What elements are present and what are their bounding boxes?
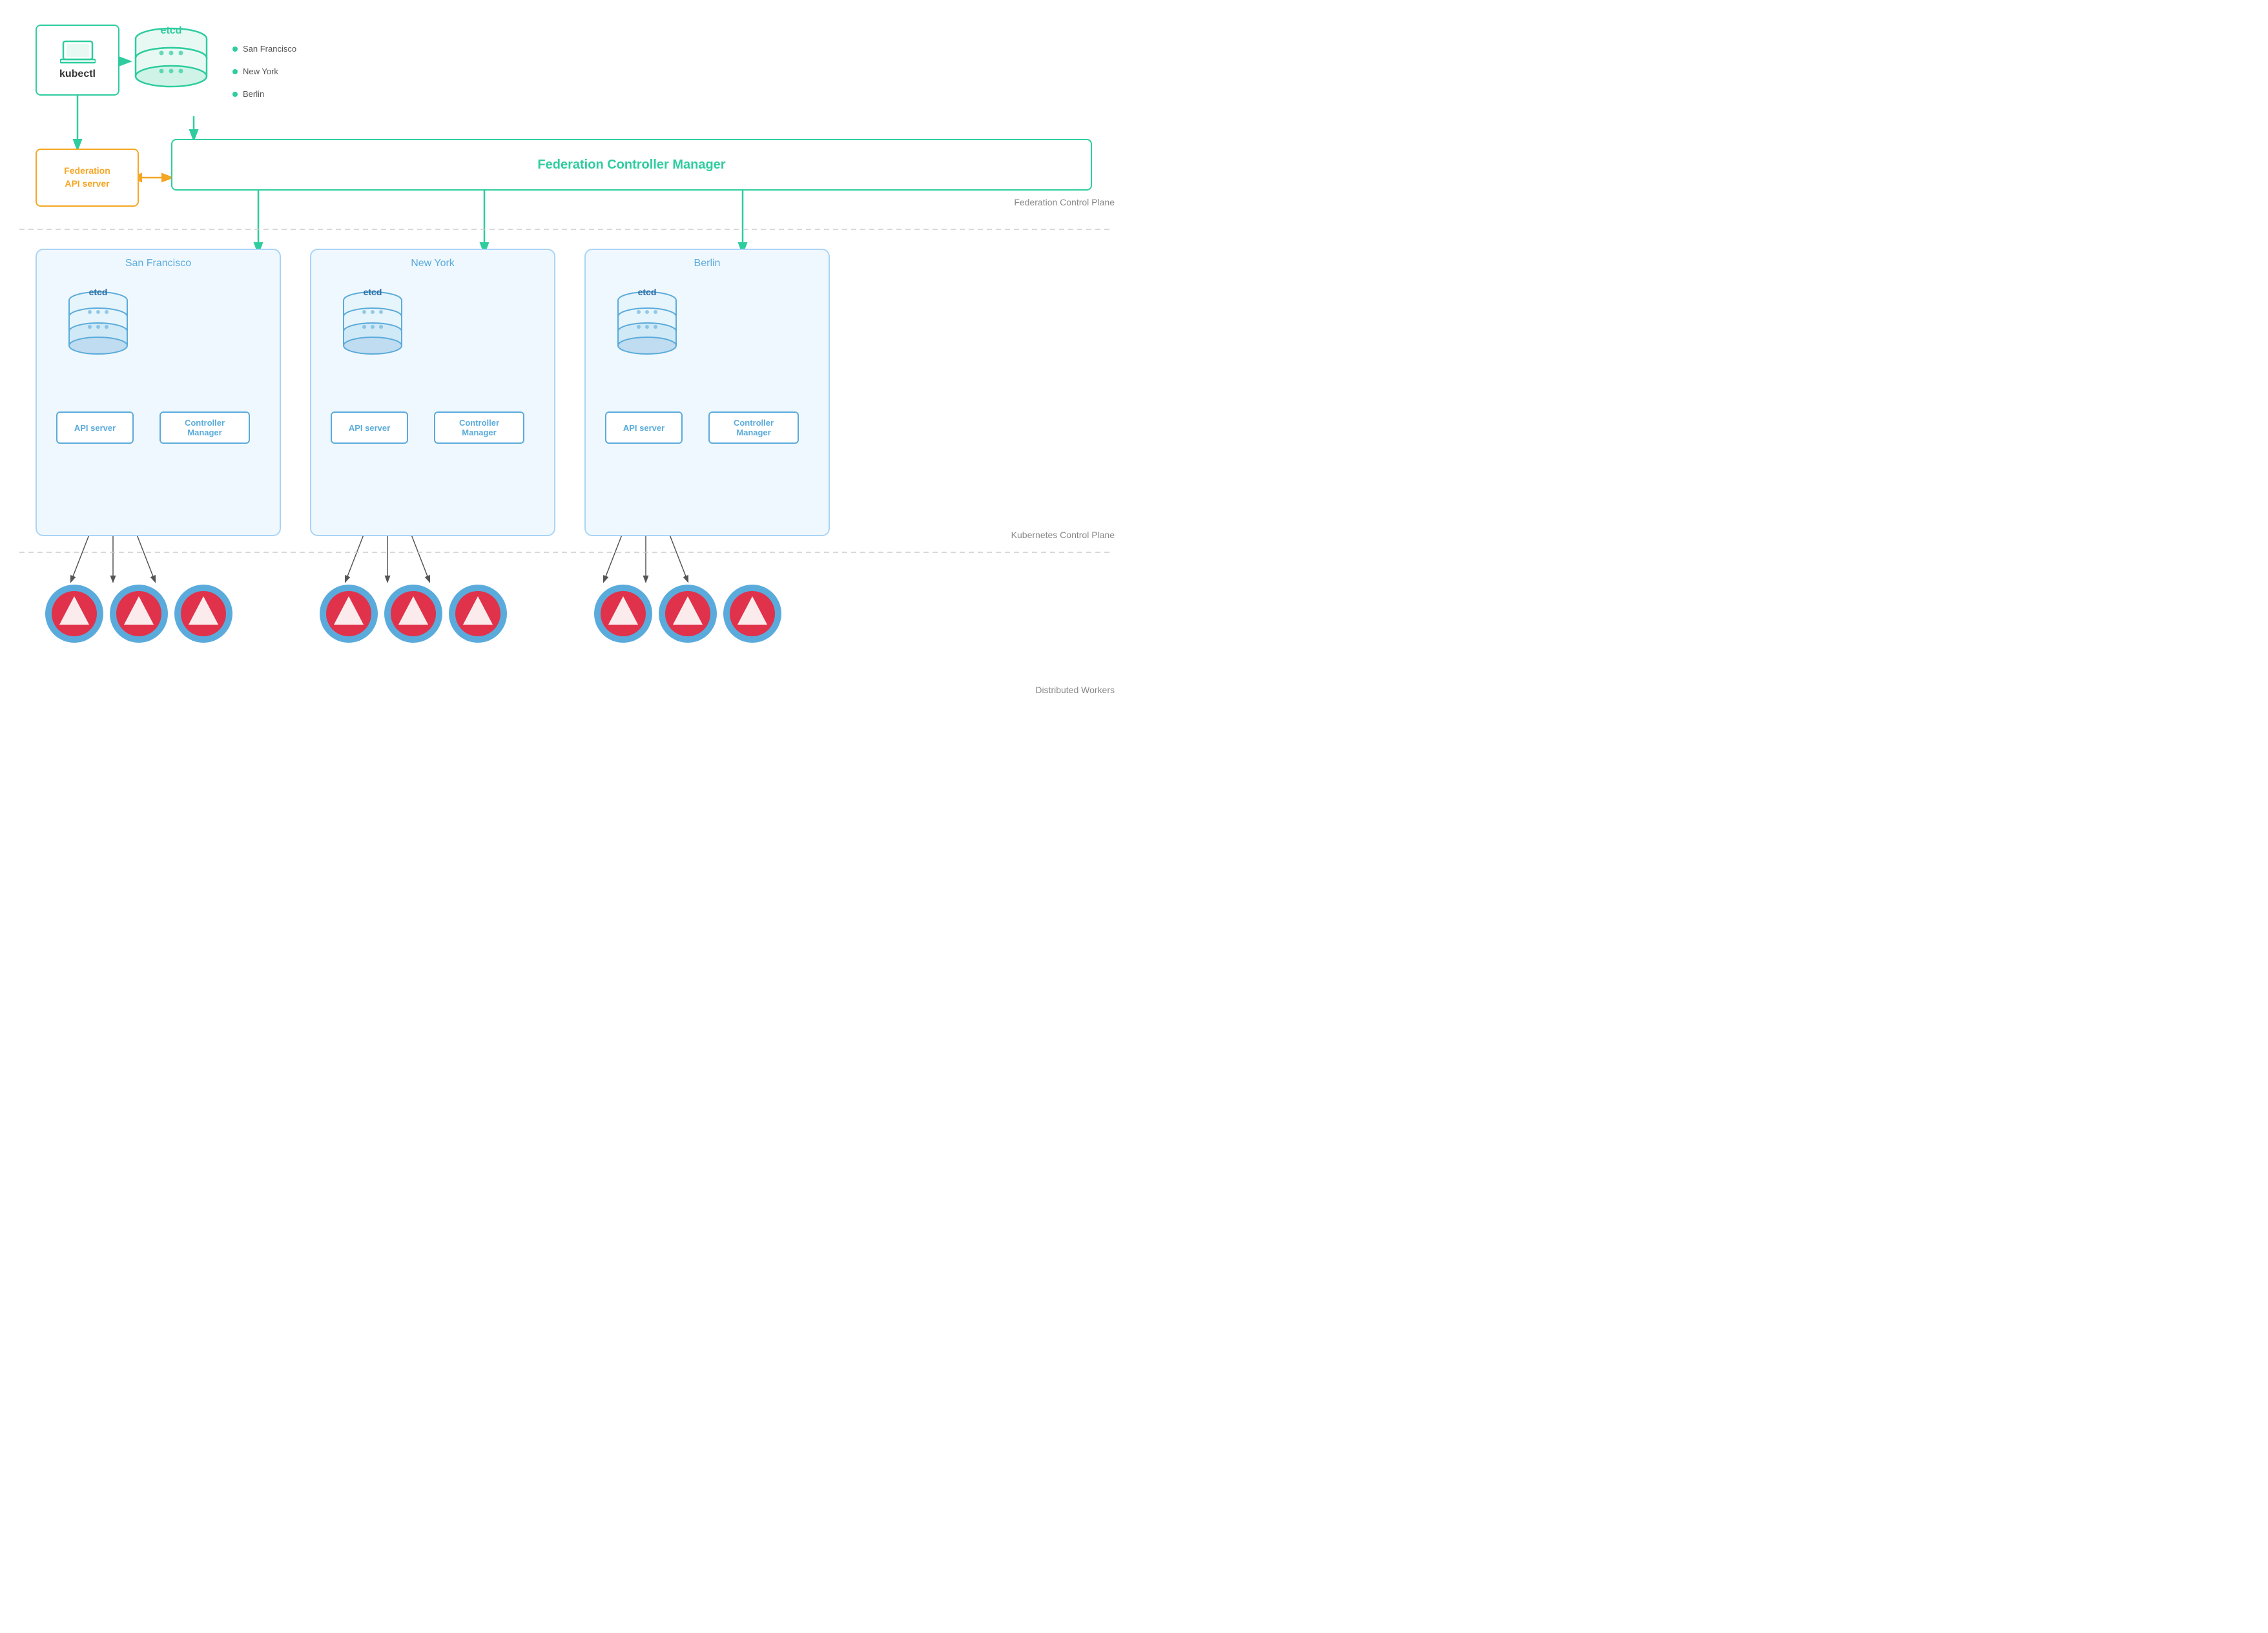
- laptop-icon: [60, 40, 96, 65]
- legend-ny-label: New York: [243, 67, 278, 76]
- fed-cm-box: Federation Controller Manager: [171, 139, 1092, 191]
- berlin-cluster-box: Berlin: [584, 249, 830, 536]
- berlin-ctrl-label: ControllerManager: [734, 418, 774, 437]
- berlin-etcd-icon: etcd: [605, 282, 689, 366]
- berlin-workers: [588, 578, 788, 656]
- ny-cluster-box: New York: [310, 249, 555, 536]
- diagram-container: kubectl etcd: [0, 0, 1134, 816]
- etcd-top-group: etcd: [119, 19, 223, 116]
- etcd-legend: San Francisco New York Berlin: [232, 44, 296, 99]
- ny-ctrl-mgr: ControllerManager: [434, 411, 524, 444]
- svg-text:etcd: etcd: [638, 287, 657, 297]
- legend-ny: New York: [232, 67, 296, 76]
- kubernetes-plane-label: Kubernetes Control Plane: [1011, 530, 1115, 540]
- fed-api-label: FederationAPI server: [64, 165, 110, 190]
- sf-cluster-box: San Francisco: [36, 249, 281, 536]
- ny-workers: [313, 578, 513, 656]
- ny-etcd-icon: etcd: [331, 282, 415, 366]
- fed-cm-label: Federation Controller Manager: [537, 158, 725, 172]
- legend-berlin: Berlin: [232, 89, 296, 99]
- ny-api-label: API server: [349, 423, 390, 433]
- sf-etcd: etcd: [56, 282, 140, 369]
- ny-cluster-title: New York: [311, 258, 554, 269]
- legend-sf-label: San Francisco: [243, 44, 296, 54]
- svg-text:etcd: etcd: [364, 287, 382, 297]
- sf-etcd-icon: etcd: [56, 282, 140, 366]
- berlin-etcd: etcd: [605, 282, 689, 369]
- sf-api-label: API server: [74, 423, 116, 433]
- svg-text:etcd: etcd: [89, 287, 108, 297]
- legend-sf: San Francisco: [232, 44, 296, 54]
- legend-berlin-label: Berlin: [243, 89, 264, 99]
- ny-api-server: API server: [331, 411, 408, 444]
- berlin-api-label: API server: [623, 423, 665, 433]
- sf-cluster-title: San Francisco: [37, 258, 280, 269]
- kubectl-label: kubectl: [59, 68, 96, 80]
- sf-api-server: API server: [56, 411, 134, 444]
- svg-text:etcd: etcd: [161, 25, 182, 36]
- distributed-workers-label: Distributed Workers: [1035, 685, 1115, 695]
- fed-api-box: FederationAPI server: [36, 149, 139, 207]
- berlin-cluster-title: Berlin: [586, 258, 829, 269]
- kubectl-box: kubectl: [36, 25, 119, 96]
- etcd-top-icon: etcd: [119, 19, 223, 113]
- ny-ctrl-label: ControllerManager: [459, 418, 499, 437]
- berlin-ctrl-mgr: ControllerManager: [708, 411, 799, 444]
- ny-etcd: etcd: [331, 282, 415, 369]
- sf-workers: [39, 578, 239, 656]
- federation-plane-label: Federation Control Plane: [1014, 197, 1115, 207]
- sf-ctrl-mgr: ControllerManager: [160, 411, 250, 444]
- berlin-api-server: API server: [605, 411, 683, 444]
- sf-ctrl-label: ControllerManager: [185, 418, 225, 437]
